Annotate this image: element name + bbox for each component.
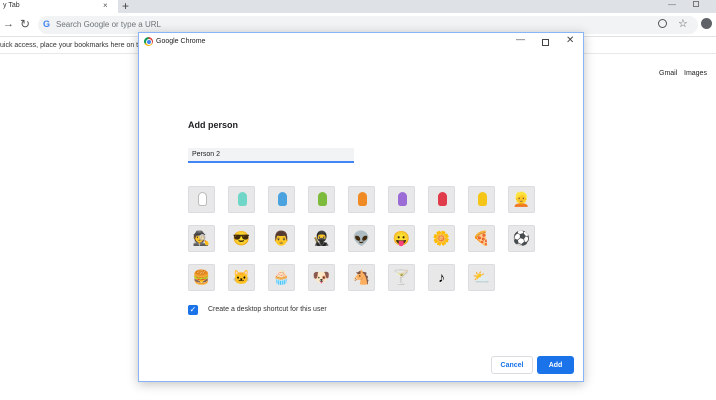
burger-avatar[interactable]: 🍔 [188,264,215,291]
teal-person-avatar[interactable] [228,186,255,213]
ninja-icon: 🥷 [312,230,331,246]
sun-cloud-avatar[interactable]: ⛅ [468,264,495,291]
star-icon[interactable]: ☆ [678,17,688,30]
sunglasses-woman-avatar[interactable]: 😎 [228,225,255,252]
person-silhouette-icon [438,192,447,206]
chrome-logo-icon [144,37,153,46]
bookmarks-hint: uick access, place your bookmarks here o… [0,42,146,49]
gmail-link[interactable]: Gmail [659,70,677,77]
pizza-avatar[interactable]: 🍕 [468,225,495,252]
horse-avatar[interactable]: 🐴 [348,264,375,291]
forward-icon[interactable]: → [3,18,14,30]
desktop-shortcut-checkbox[interactable]: ✓ [188,305,198,315]
zoom-icon[interactable] [658,19,667,28]
add-person-dialog: Google Chrome — ✕ Add person 👱 🕵 😎 👨 🥷 👽 😛 🌼 🍕 ⚽ 🍔… [138,32,584,382]
maximize-icon[interactable] [542,39,549,46]
pizza-icon: 🍕 [472,230,491,246]
tab-new-tab[interactable]: y Tab × [0,0,118,13]
blue-person-avatar[interactable] [268,186,295,213]
google-icon: G [43,19,51,29]
minimize-icon[interactable]: — [516,34,525,44]
man-avatar[interactable]: 👨 [268,225,295,252]
soccer-ball-icon: ⚽ [512,230,531,246]
smiley-icon: 😛 [392,230,411,246]
dialog-heading: Add person [188,120,239,130]
person-silhouette-icon [358,192,367,206]
person-name-input[interactable] [188,148,354,163]
green-person-avatar[interactable] [308,186,335,213]
new-tab-icon[interactable]: + [122,0,129,13]
yellow-person-avatar[interactable] [468,186,495,213]
cancel-button[interactable]: Cancel [491,356,533,374]
cupcake-avatar[interactable]: 🧁 [268,264,295,291]
cat-avatar[interactable]: 🐱 [228,264,255,291]
person-silhouette-icon [198,192,207,206]
businessman-avatar[interactable]: 🕵 [188,225,215,252]
sun-cloud-icon: ⛅ [472,269,491,285]
cocktail-avatar[interactable]: 🍸 [388,264,415,291]
minimize-icon[interactable]: — [668,0,676,9]
flower-avatar[interactable]: 🌼 [428,225,455,252]
sunglasses-woman-icon: 😎 [232,230,251,246]
desktop-shortcut-label: Create a desktop shortcut for this user [208,306,327,313]
cat-icon: 🐱 [232,269,251,285]
white-person-avatar[interactable] [188,186,215,213]
omnibox-placeholder: Search Google or type a URL [56,20,161,29]
person-silhouette-icon [278,192,287,206]
tab-strip: y Tab × + — [0,0,716,13]
person-silhouette-icon [478,192,487,206]
alien-avatar[interactable]: 👽 [348,225,375,252]
cupcake-icon: 🧁 [272,269,291,285]
businessman-icon: 🕵 [192,230,211,246]
red-person-avatar[interactable] [428,186,455,213]
alien-icon: 👽 [352,230,371,246]
close-icon[interactable]: × [103,1,108,10]
tab-title: y Tab [3,2,20,9]
cocktail-icon: 🍸 [392,269,411,285]
soccer-ball-avatar[interactable]: ⚽ [508,225,535,252]
person-silhouette-icon [238,192,247,206]
purple-person-avatar[interactable] [388,186,415,213]
ninja-blonde-icon: 👱 [512,191,531,207]
man-icon: 👨 [272,230,291,246]
dog-avatar[interactable]: 🐶 [308,264,335,291]
person-silhouette-icon [318,192,327,206]
ninja-avatar[interactable]: 🥷 [308,225,335,252]
music-note-icon: ♪ [438,269,445,285]
music-note-avatar[interactable]: ♪ [428,264,455,291]
burger-icon: 🍔 [192,269,211,285]
restore-icon[interactable] [693,1,699,7]
images-link[interactable]: Images [684,70,707,77]
add-button[interactable]: Add [537,356,574,374]
dog-icon: 🐶 [312,269,331,285]
profile-icon[interactable] [701,18,712,29]
horse-icon: 🐴 [352,269,371,285]
reload-icon[interactable]: ↻ [20,17,30,31]
ninja-blonde-avatar[interactable]: 👱 [508,186,535,213]
dialog-window-title: Google Chrome [156,38,206,45]
close-icon[interactable]: ✕ [566,35,574,46]
person-silhouette-icon [398,192,407,206]
smiley-avatar[interactable]: 😛 [388,225,415,252]
flower-icon: 🌼 [432,230,451,246]
orange-person-avatar[interactable] [348,186,375,213]
